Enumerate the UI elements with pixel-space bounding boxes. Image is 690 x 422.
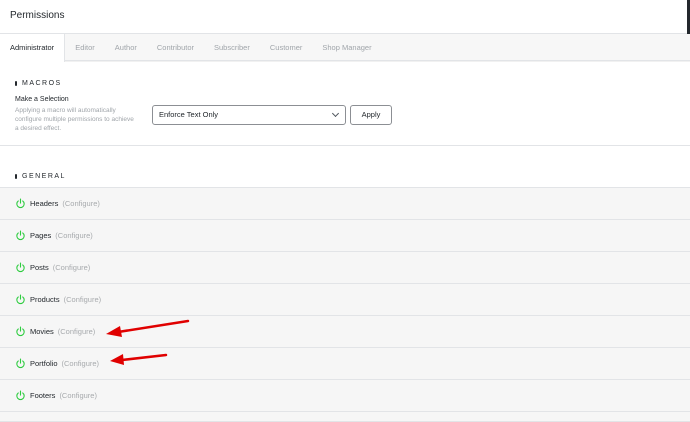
apply-button[interactable]: Apply — [350, 105, 392, 125]
item-name: Posts — [30, 263, 49, 272]
macro-label: Make a Selection — [15, 96, 69, 103]
pin-icon — [15, 173, 17, 179]
power-icon[interactable] — [15, 390, 26, 401]
tab-administrator[interactable]: Administrator — [0, 34, 66, 62]
macro-select-value: Enforce Text Only — [159, 110, 219, 119]
list-item-footers[interactable]: Footers (Configure) — [0, 380, 690, 412]
annotation-arrow-icon — [110, 353, 168, 365]
macro-select[interactable]: Enforce Text Only — [152, 105, 346, 125]
list-item-posts[interactable]: Posts (Configure) — [0, 252, 690, 284]
page-title: Permissions — [10, 10, 65, 21]
annotation-arrow-icon — [106, 319, 190, 337]
macro-description: Applying a macro will automatically conf… — [15, 107, 134, 132]
configure-link[interactable]: (Configure) — [62, 199, 100, 208]
configure-link[interactable]: (Configure) — [59, 391, 97, 400]
item-name: Footers — [30, 391, 56, 400]
panel-header: Permissions — [0, 0, 690, 34]
item-name: Products — [30, 295, 60, 304]
item-name: Pages — [30, 231, 52, 240]
item-name: Portfolio — [30, 359, 58, 368]
item-name: Movies — [30, 327, 54, 336]
macros-heading: MACROS — [0, 73, 690, 93]
configure-link[interactable]: (Configure) — [55, 231, 93, 240]
list-item-partial — [0, 412, 690, 422]
power-icon[interactable] — [15, 358, 26, 369]
power-icon[interactable] — [15, 262, 26, 273]
tab-subscriber[interactable]: Subscriber — [204, 34, 260, 61]
general-heading-text: GENERAL — [22, 172, 66, 180]
macros-heading-text: MACROS — [22, 79, 62, 87]
tab-editor[interactable]: Editor — [65, 34, 105, 61]
list-item-products[interactable]: Products (Configure) — [0, 284, 690, 316]
list-item-headers[interactable]: Headers (Configure) — [0, 188, 690, 220]
configure-link[interactable]: (Configure) — [58, 327, 96, 336]
general-heading: GENERAL — [0, 166, 690, 186]
tab-shop-manager[interactable]: Shop Manager — [312, 34, 381, 61]
power-icon[interactable] — [15, 230, 26, 241]
pin-icon — [15, 80, 17, 86]
power-icon[interactable] — [15, 326, 26, 337]
list-item-pages[interactable]: Pages (Configure) — [0, 220, 690, 252]
configure-link[interactable]: (Configure) — [64, 295, 102, 304]
tab-customer[interactable]: Customer — [260, 34, 313, 61]
configure-link[interactable]: (Configure) — [62, 359, 100, 368]
tab-author[interactable]: Author — [105, 34, 147, 61]
item-name: Headers — [30, 199, 59, 208]
tab-contributor[interactable]: Contributor — [147, 34, 204, 61]
list-item-portfolio[interactable]: Portfolio (Configure) — [0, 348, 690, 380]
role-tabs: Administrator Editor Author Contributor … — [0, 34, 690, 62]
power-icon[interactable] — [15, 294, 26, 305]
power-icon[interactable] — [15, 198, 26, 209]
chevron-down-icon — [331, 109, 340, 118]
configure-link[interactable]: (Configure) — [53, 263, 91, 272]
